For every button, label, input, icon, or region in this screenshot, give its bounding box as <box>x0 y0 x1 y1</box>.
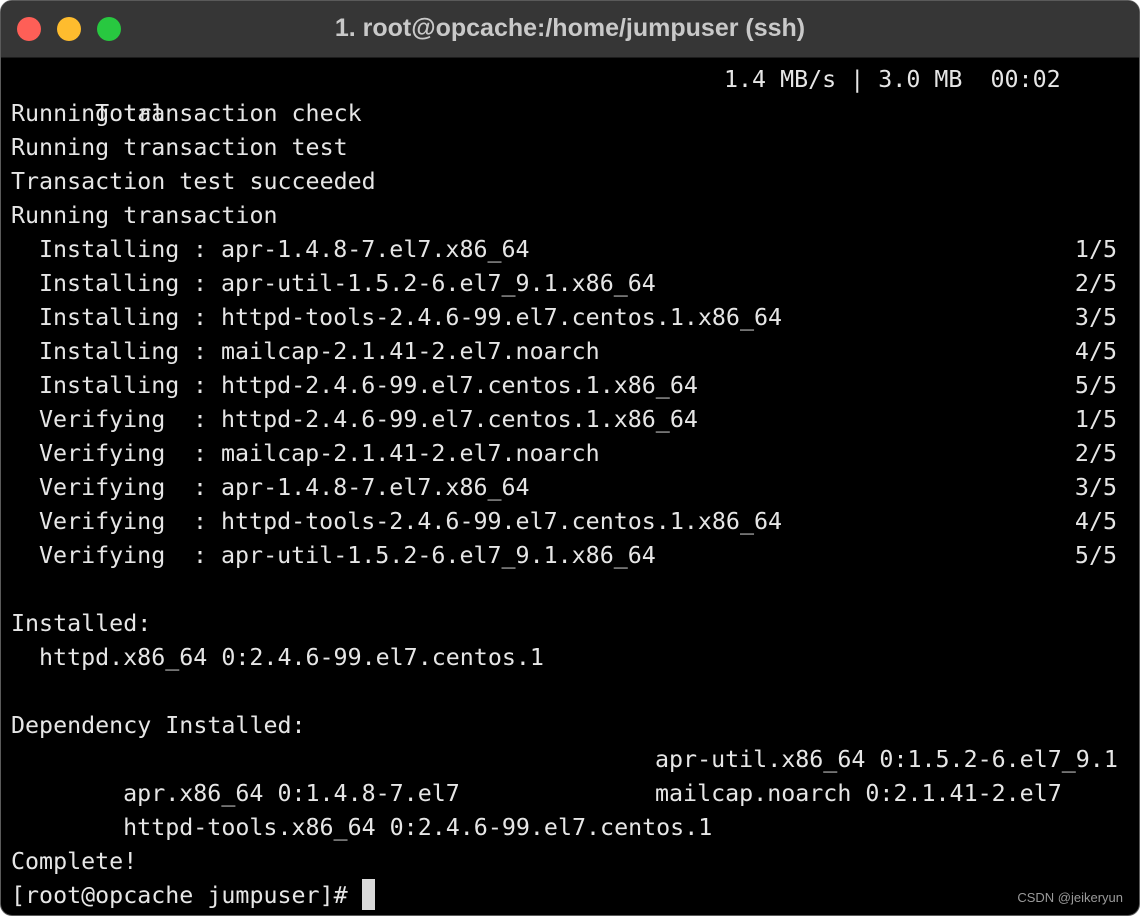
transaction-action: Installing <box>39 270 180 297</box>
transaction-separator: : <box>193 542 208 569</box>
total-line: Total 1.4 MB/s | 3.0 MB 00:02 <box>11 63 1129 127</box>
transaction-separator: : <box>193 270 208 297</box>
transaction-separator: : <box>193 236 208 263</box>
transaction-separator: : <box>193 440 208 467</box>
transaction-action: Installing <box>39 338 180 365</box>
dependency-header: Dependency Installed: <box>11 712 306 739</box>
dependency-item: apr-util.x86_64 0:1.5.2-6.el7_9.1 <box>655 746 1118 773</box>
transaction-package: apr-util-1.5.2-6.el7_9.1.x86_64 <box>221 542 656 569</box>
transaction-row: Installing: mailcap-2.1.41-2.el7.noarch 4/… <box>11 335 1129 369</box>
status-line: Running transaction check <box>11 100 362 127</box>
dependency-row: apr.x86_64 0:1.4.8-7.el7 apr-util.x86_64… <box>11 743 1129 807</box>
transaction-separator: : <box>193 304 208 331</box>
transaction-separator: : <box>193 474 208 501</box>
status-line: Running transaction <box>11 202 278 229</box>
installed-header: Installed: <box>11 610 152 637</box>
status-line: Running transaction test <box>11 134 348 161</box>
transaction-separator: : <box>193 372 208 399</box>
transaction-row: Verifying: apr-1.4.8-7.el7.x86_64 3/5 <box>11 471 1129 505</box>
transaction-progress: 4/5 <box>1074 508 1117 535</box>
transaction-action: Verifying <box>39 542 166 569</box>
transaction-action: Verifying <box>39 508 166 535</box>
dependency-item: mailcap.noarch 0:2.1.41-2.el7 <box>655 780 1062 807</box>
transaction-row: Installing: httpd-tools-2.4.6-99.el7.cent… <box>11 301 1129 335</box>
transaction-progress: 5/5 <box>1074 542 1117 569</box>
transaction-package: httpd-2.4.6-99.el7.centos.1.x86_64 <box>221 372 698 399</box>
transaction-package: mailcap-2.1.41-2.el7.noarch <box>221 440 600 467</box>
text-cursor <box>361 879 375 910</box>
transaction-separator: : <box>193 508 208 535</box>
complete-line: Complete! <box>11 848 138 875</box>
title-bar[interactable]: 1. root@opcache:/home/jumpuser (ssh) <box>1 1 1139 58</box>
transaction-action: Verifying <box>39 474 166 501</box>
transaction-row: Verifying: httpd-tools-2.4.6-99.el7.cento… <box>11 505 1129 539</box>
transaction-package: httpd-2.4.6-99.el7.centos.1.x86_64 <box>221 406 698 433</box>
transaction-progress: 1/5 <box>1074 406 1117 433</box>
transaction-action: Verifying <box>39 406 166 433</box>
terminal-window: 1. root@opcache:/home/jumpuser (ssh) Tot… <box>0 0 1140 916</box>
shell-prompt: [root@opcache jumpuser]# <box>11 882 362 909</box>
transaction-row: Installing: httpd-2.4.6-99.el7.centos.1.x… <box>11 369 1129 403</box>
transaction-separator: : <box>193 406 208 433</box>
transaction-progress: 5/5 <box>1074 372 1117 399</box>
window-title: 1. root@opcache:/home/jumpuser (ssh) <box>334 14 806 42</box>
transaction-row: Verifying: apr-util-1.5.2-6.el7_9.1.x86_6… <box>11 539 1129 573</box>
transaction-package: httpd-tools-2.4.6-99.el7.centos.1.x86_64 <box>221 508 783 535</box>
transaction-row: Verifying: mailcap-2.1.41-2.el7.noarch 2/5 <box>11 437 1129 471</box>
installed-package: httpd.x86_64 0:2.4.6-99.el7.centos.1 <box>39 644 544 671</box>
transaction-progress: 2/5 <box>1074 440 1117 467</box>
transaction-progress: 1/5 <box>1074 236 1117 263</box>
status-line: Transaction test succeeded <box>11 168 376 195</box>
transaction-list: Installing: apr-1.4.8-7.el7.x86_64 1/5 Inst… <box>11 233 1129 573</box>
total-stats: 1.4 MB/s | 3.0 MB 00:02 <box>724 66 1061 93</box>
transaction-progress: 2/5 <box>1074 270 1117 297</box>
transaction-package: httpd-tools-2.4.6-99.el7.centos.1.x86_64 <box>221 304 783 331</box>
dependency-row: httpd-tools.x86_64 0:2.4.6-99.el7.centos… <box>11 777 1129 841</box>
transaction-progress: 3/5 <box>1074 304 1117 331</box>
terminal-output[interactable]: Total 1.4 MB/s | 3.0 MB 00:02 Running tr… <box>11 63 1129 915</box>
transaction-row: Installing: apr-1.4.8-7.el7.x86_64 1/5 <box>11 233 1129 267</box>
transaction-package: apr-util-1.5.2-6.el7_9.1.x86_64 <box>221 270 656 297</box>
transaction-row: Installing: apr-util-1.5.2-6.el7_9.1.x86_… <box>11 267 1129 301</box>
transaction-action: Installing <box>39 304 180 331</box>
transaction-action: Verifying <box>39 440 166 467</box>
transaction-action: Installing <box>39 372 180 399</box>
transaction-package: mailcap-2.1.41-2.el7.noarch <box>221 338 600 365</box>
transaction-package: apr-1.4.8-7.el7.x86_64 <box>221 236 530 263</box>
transaction-action: Installing <box>39 236 180 263</box>
prompt-line[interactable]: [root@opcache jumpuser]# <box>11 879 1129 913</box>
transaction-separator: : <box>193 338 208 365</box>
transaction-row: Verifying: httpd-2.4.6-99.el7.centos.1.x8… <box>11 403 1129 437</box>
transaction-progress: 3/5 <box>1074 474 1117 501</box>
transaction-progress: 4/5 <box>1074 338 1117 365</box>
watermark: CSDN @jeikeryun <box>1017 890 1123 905</box>
transaction-package: apr-1.4.8-7.el7.x86_64 <box>221 474 530 501</box>
